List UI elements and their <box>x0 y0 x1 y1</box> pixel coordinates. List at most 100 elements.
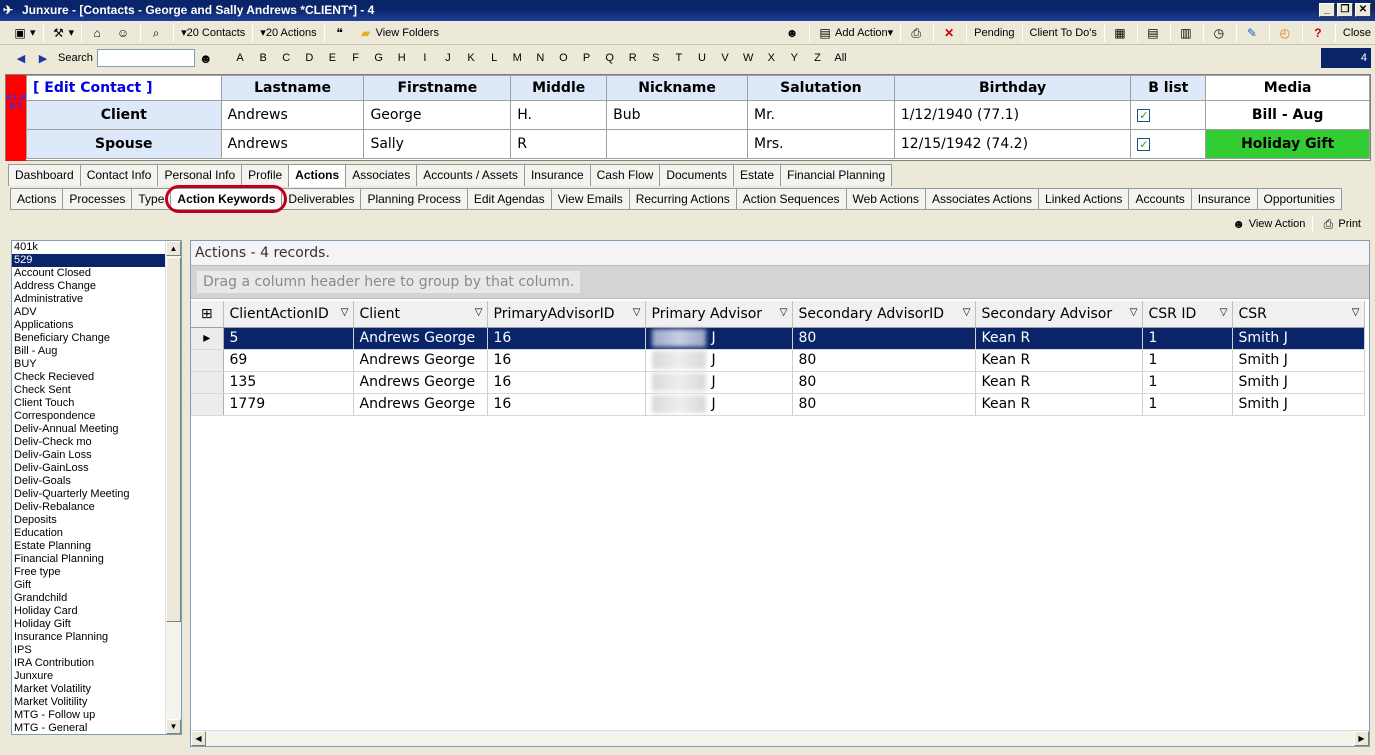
letter-filter-h[interactable]: H <box>390 52 413 64</box>
print-button[interactable]: ⎙ Print <box>1316 214 1365 234</box>
letter-filter-v[interactable]: V <box>714 52 737 64</box>
row-selector[interactable] <box>191 393 224 416</box>
keyword-item[interactable]: Deliv-Gain Loss <box>12 449 166 462</box>
help-button[interactable]: ? <box>1306 23 1332 43</box>
keyword-item[interactable]: 401k <box>12 241 166 254</box>
spouse-blist-checkbox[interactable]: ✓ <box>1137 138 1151 151</box>
keyword-item[interactable]: Education <box>12 527 166 540</box>
column-header-csr-id[interactable]: CSR ID ▽ <box>1142 301 1233 328</box>
keyword-item[interactable]: Market Volitility <box>12 696 166 709</box>
keyword-item[interactable]: MTG - General <box>12 722 166 734</box>
clock-button[interactable]: ◷ <box>1207 23 1233 43</box>
edit-button[interactable]: ✎ <box>1240 23 1266 43</box>
letter-filter-d[interactable]: D <box>298 52 321 64</box>
letter-filter-i[interactable]: I <box>413 52 436 64</box>
table-row[interactable]: ▸ 5 Andrews George 16 J 80 Kean R 1 Smith J <box>191 327 1365 350</box>
keyword-item[interactable]: MTG - Follow up <box>12 709 166 722</box>
row-selector[interactable] <box>191 349 224 372</box>
tools-button[interactable]: ⚒ ▾ <box>47 23 79 43</box>
keyword-item[interactable]: Deposits <box>12 514 166 527</box>
tab-profile[interactable]: Profile <box>241 164 290 186</box>
subtab-action-keywords[interactable]: Action Keywords <box>165 185 288 213</box>
notes-button[interactable]: ▤ <box>1141 23 1167 43</box>
filter-icon[interactable]: ▽ <box>1352 307 1360 318</box>
tab-personal-info[interactable]: Personal Info <box>157 164 243 186</box>
contacts-dropdown[interactable]: ▾ 20 Contacts <box>177 23 249 43</box>
letter-filter-n[interactable]: N <box>529 52 552 64</box>
quote-button[interactable]: ❝ <box>328 23 354 43</box>
tab-cash-flow[interactable]: Cash Flow <box>589 164 661 186</box>
column-header-client[interactable]: Client ▽ <box>353 301 488 328</box>
subtab-actions[interactable]: Actions <box>10 188 64 210</box>
filter-icon[interactable]: ▽ <box>633 307 641 318</box>
keyword-item[interactable]: Market Volatility <box>12 683 166 696</box>
actions-dropdown[interactable]: ▾ 20 Actions <box>256 23 320 43</box>
view-folders-button[interactable]: ▰ View Folders <box>354 23 443 43</box>
keyword-item[interactable]: IPS <box>12 644 166 657</box>
subtab-deliverables[interactable]: Deliverables <box>281 188 362 210</box>
keyword-item[interactable]: Applications <box>12 319 166 332</box>
keyword-item[interactable]: IRA Contribution <box>12 657 166 670</box>
filter-icon[interactable]: ▽ <box>341 307 349 318</box>
close-window-button[interactable]: ✕ <box>1355 3 1371 17</box>
subtab-recurring-actions[interactable]: Recurring Actions <box>628 188 737 210</box>
subtab-action-sequences[interactable]: Action Sequences <box>735 188 847 210</box>
keyword-item[interactable]: Junxure <box>12 670 166 683</box>
letter-filter-u[interactable]: U <box>690 52 713 64</box>
letter-filter-c[interactable]: C <box>275 52 298 64</box>
subtab-opportunities[interactable]: Opportunities <box>1256 188 1342 210</box>
keyword-list[interactable]: 401k 529 Account Closed Address Change Admin… <box>11 240 182 735</box>
filter-icon[interactable]: ▽ <box>963 307 971 318</box>
letter-filter-j[interactable]: J <box>436 52 459 64</box>
keyword-item[interactable]: Account Closed <box>12 267 166 280</box>
subtab-web-actions[interactable]: Web Actions <box>845 188 926 210</box>
letter-filter-w[interactable]: W <box>737 52 760 64</box>
client-blist-checkbox[interactable]: ✓ <box>1137 109 1151 122</box>
keyword-item[interactable]: Deliv-Rebalance <box>12 501 166 514</box>
keyword-item[interactable]: Holiday Gift <box>12 618 166 631</box>
keyword-item[interactable]: ADV <box>12 306 166 319</box>
people-search-button[interactable]: ☻ <box>780 23 806 43</box>
tab-documents[interactable]: Documents <box>659 164 735 186</box>
subtab-accounts[interactable]: Accounts <box>1128 188 1192 210</box>
keyword-item[interactable]: Deliv-Quarterly Meeting <box>12 488 166 501</box>
previous-arrow-icon[interactable]: ◀ <box>10 52 32 65</box>
letter-filter-r[interactable]: R <box>621 52 644 64</box>
people-find-icon[interactable]: ☻ <box>195 48 217 68</box>
letter-filter-p[interactable]: P <box>575 52 598 64</box>
tab-accounts-assets[interactable]: Accounts / Assets <box>416 164 525 186</box>
keyword-item[interactable]: Administrative <box>12 293 166 306</box>
letter-filter-s[interactable]: S <box>644 52 667 64</box>
delete-button[interactable]: ✕ <box>937 23 963 43</box>
subtab-view-emails[interactable]: View Emails <box>550 188 630 210</box>
keyword-item[interactable]: Client Touch <box>12 397 166 410</box>
keyword-item[interactable]: Deliv-GainLoss <box>12 462 166 475</box>
keyword-item[interactable]: Deliv-Goals <box>12 475 166 488</box>
restore-button[interactable]: ❐ <box>1337 3 1353 17</box>
letter-filter-m[interactable]: M <box>506 52 529 64</box>
scroll-up-icon[interactable]: ▲ <box>166 241 181 256</box>
scroll-thumb[interactable] <box>166 257 181 622</box>
column-header-csr[interactable]: CSR ▽ <box>1232 301 1365 328</box>
filter-icon[interactable]: ▽ <box>1220 307 1228 318</box>
keyword-item[interactable]: Deliv-Check mo <box>12 436 166 449</box>
column-header-secondary-advisor[interactable]: Secondary Advisor ▽ <box>975 301 1143 328</box>
minimize-button[interactable]: _ <box>1319 3 1335 17</box>
letter-filter-f[interactable]: F <box>344 52 367 64</box>
keyword-item[interactable]: Holiday Card <box>12 605 166 618</box>
keyword-item[interactable]: Address Change <box>12 280 166 293</box>
column-header-primary-advisor[interactable]: Primary Advisor ▽ <box>645 301 793 328</box>
keyword-item[interactable]: 529 <box>12 254 166 267</box>
next-arrow-icon[interactable]: ▶ <box>32 52 54 65</box>
keyword-item[interactable]: Deliv-Annual Meeting <box>12 423 166 436</box>
keyword-item[interactable]: Financial Planning <box>12 553 166 566</box>
keyword-item[interactable]: Grandchild <box>12 592 166 605</box>
table-row[interactable]: 135 Andrews George 16 J 80 Kean R 1 Smith J <box>191 371 1365 394</box>
table-row[interactable]: 69 Andrews George 16 J 80 Kean R 1 Smith J <box>191 349 1365 372</box>
tab-insurance[interactable]: Insurance <box>523 164 591 186</box>
edit-contact-link[interactable]: [ Edit Contact ] <box>26 75 222 101</box>
keyword-item[interactable]: Check Recieved <box>12 371 166 384</box>
group-by-area[interactable]: Drag a column header here to group by th… <box>191 265 1369 299</box>
subtab-associates-actions[interactable]: Associates Actions <box>924 188 1040 210</box>
tab-financial-planning[interactable]: Financial Planning <box>780 164 893 186</box>
